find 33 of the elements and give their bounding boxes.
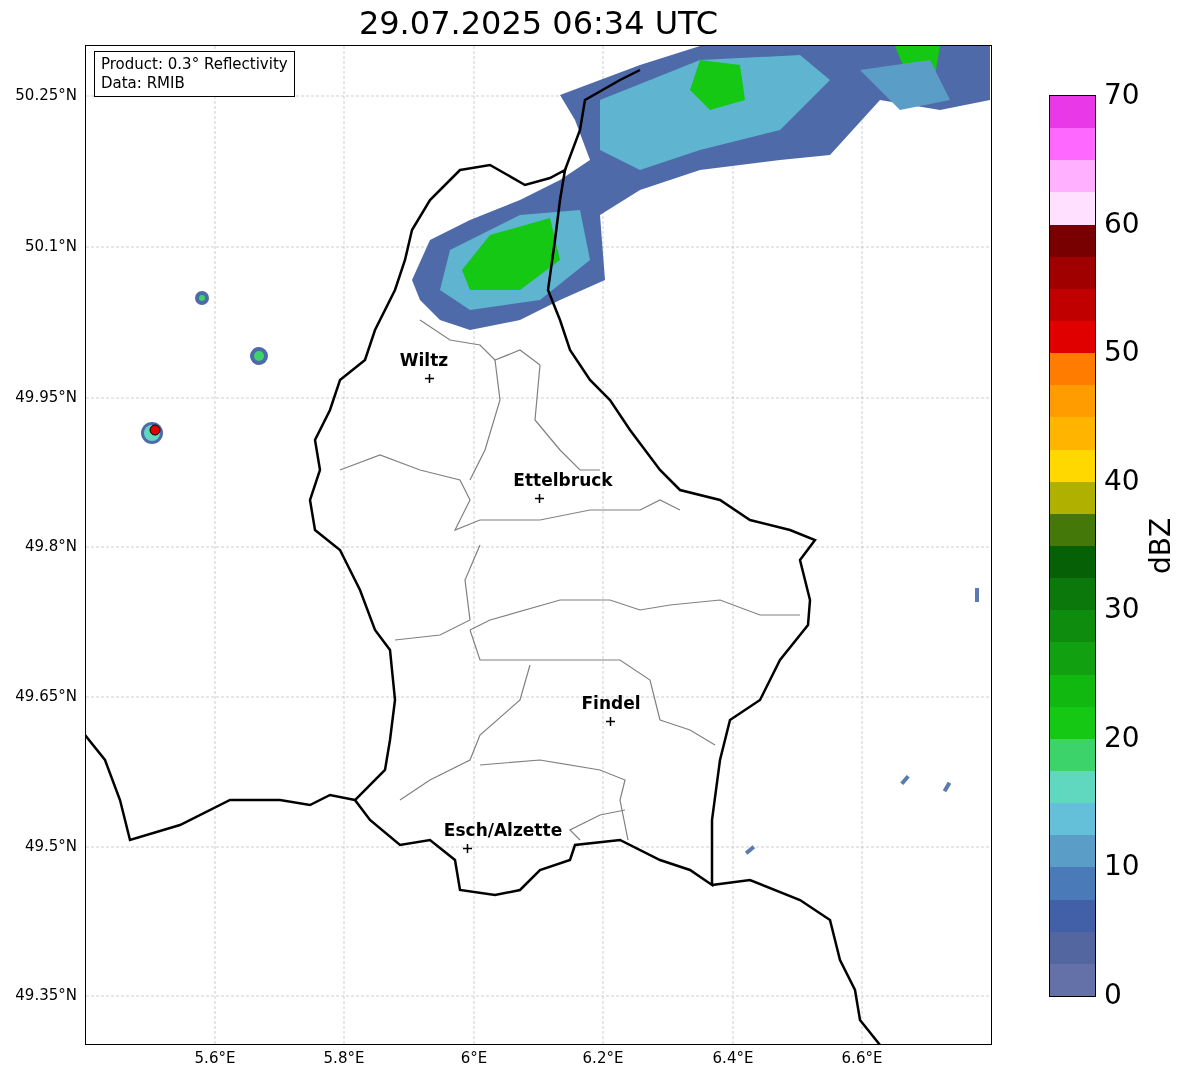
- colorbar-tick-label: 10: [1104, 852, 1140, 881]
- axis-label: 49.8°N: [24, 539, 77, 554]
- city-label: Ettelbruck: [513, 472, 613, 489]
- colorbar-tick-label: 50: [1104, 338, 1140, 367]
- city-label: Wiltz: [399, 352, 449, 369]
- city-marker-icon: [463, 844, 472, 853]
- colorbar-tick-label: 20: [1104, 723, 1140, 752]
- city-marker-icon: [606, 717, 615, 726]
- axis-label: 6.4°E: [712, 1051, 754, 1066]
- axis-label: 5.6°E: [194, 1051, 236, 1066]
- colorbar-tick-label: 60: [1104, 209, 1140, 238]
- axis-label: 50.1°N: [24, 239, 77, 254]
- axis-label: 49.95°N: [15, 390, 77, 405]
- legend-text: Product: 0.3° Reflectivity: [101, 55, 288, 74]
- axis-label: 6°E: [460, 1051, 488, 1066]
- axis-label: 5.8°E: [323, 1051, 365, 1066]
- axis-label: 6.6°E: [841, 1051, 883, 1066]
- map-title: 29.07.2025 06:34 UTC: [358, 6, 719, 39]
- colorbar-tick-label: 70: [1104, 81, 1140, 109]
- city-marker-icon: [425, 374, 434, 383]
- legend-text: Data: RMIB: [101, 74, 186, 93]
- colorbar-tick-label: 30: [1104, 595, 1140, 624]
- axis-label: 50.25°N: [15, 88, 77, 103]
- city-marker-icon: [535, 494, 544, 503]
- axis-label: 49.65°N: [15, 689, 77, 704]
- colorbar-tick-label: 0: [1104, 981, 1122, 1009]
- city-label: Esch/Alzette: [443, 822, 563, 839]
- axis-label: 49.35°N: [15, 988, 77, 1003]
- colorbar-title: dBZ: [1147, 517, 1175, 575]
- city-label: Findel: [581, 695, 641, 712]
- colorbar-tick-label: 40: [1104, 466, 1140, 495]
- axis-label: 49.5°N: [24, 839, 77, 854]
- axis-label: 6.2°E: [582, 1051, 624, 1066]
